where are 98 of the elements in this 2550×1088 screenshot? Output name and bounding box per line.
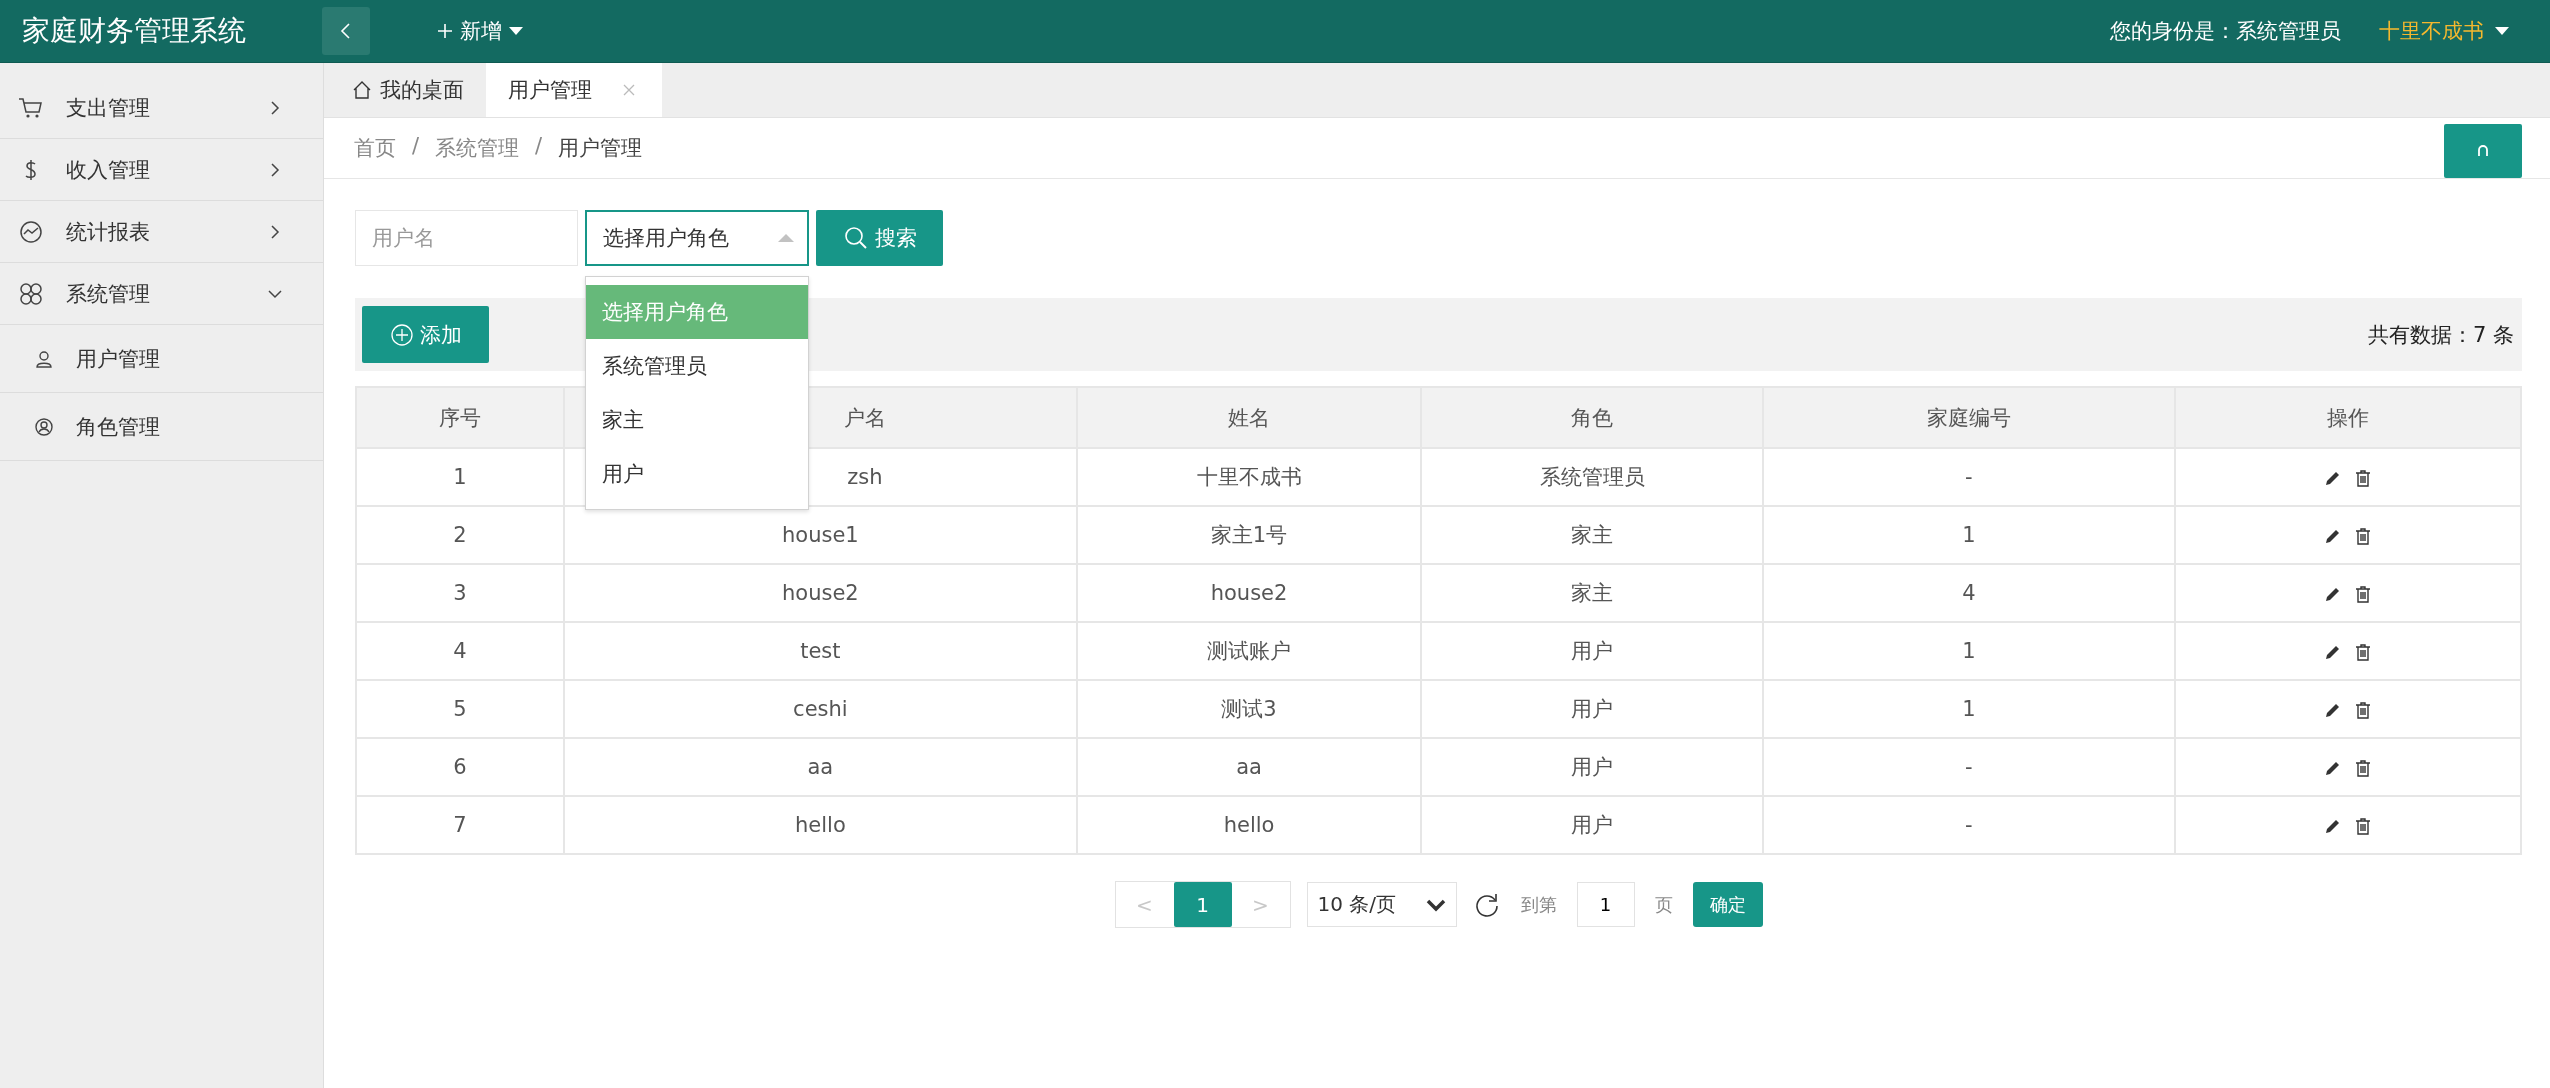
sidebar-subitem[interactable]: 角色管理 <box>0 393 323 461</box>
goto-label: 到第 <box>1520 892 1557 917</box>
trash-icon[interactable] <box>2353 469 2372 487</box>
table-cell: 家主 <box>1421 506 1764 564</box>
total-count: 共有数据：7 条 <box>2367 321 2514 349</box>
pencil-icon[interactable] <box>2323 759 2342 777</box>
breadcrumb-link[interactable]: 系统管理 <box>435 134 520 162</box>
column-header: 家庭编号 <box>1763 387 2175 448</box>
table-cell: hello <box>1076 796 1422 854</box>
sidebar-subitem[interactable]: 用户管理 <box>0 325 323 393</box>
table-cell: house2 <box>1076 564 1422 622</box>
table-cell: 4 <box>1763 564 2175 622</box>
table-cell: 家主 <box>1421 564 1764 622</box>
table-cell: test <box>563 622 1077 680</box>
refresh-icon <box>2476 144 2490 158</box>
chevron-left-icon <box>339 22 353 40</box>
table-cell: aa <box>563 738 1077 796</box>
column-header: 角色 <box>1421 387 1764 448</box>
pencil-icon[interactable] <box>2323 585 2342 603</box>
dropdown-option[interactable]: 家主 <box>586 393 808 447</box>
table-cell: - <box>1763 738 2175 796</box>
pencil-icon[interactable] <box>2323 701 2342 719</box>
table-cell: 3 <box>356 564 564 622</box>
table-cell: 家主1号 <box>1076 506 1422 564</box>
sidebar-item[interactable]: 统计报表 <box>0 201 323 263</box>
sidebar-item[interactable]: 系统管理 <box>0 263 323 325</box>
table-cell: 5 <box>356 680 564 738</box>
tab[interactable]: 我的桌面 <box>330 63 486 117</box>
caret-icon <box>777 233 795 243</box>
table-cell: 7 <box>356 796 564 854</box>
trash-icon[interactable] <box>2353 701 2372 719</box>
column-header: 操作 <box>2174 387 2521 448</box>
table-cell: 1 <box>356 448 564 506</box>
column-header: 序号 <box>356 387 564 448</box>
table-cell: 1 <box>1763 506 2175 564</box>
user-circle-icon <box>34 416 54 437</box>
plus-circle-icon <box>389 322 414 347</box>
app-title: 家庭财务管理系统 <box>21 13 247 49</box>
search-icon <box>842 225 869 251</box>
home-icon <box>352 80 372 100</box>
table-cell: hello <box>563 796 1077 854</box>
user-menu-button[interactable]: 十里不成书 <box>2373 16 2516 46</box>
page-size-select[interactable]: 10 条/页 <box>1306 882 1457 927</box>
table-cell: 1 <box>1763 680 2175 738</box>
table-cell: 用户 <box>1421 738 1764 796</box>
table-cell: 用户 <box>1421 796 1764 854</box>
chart-circle-icon <box>18 218 44 245</box>
breadcrumb-link[interactable]: 首页 <box>354 134 396 162</box>
add-button[interactable]: 添加 <box>362 306 489 363</box>
table-cell: house1 <box>563 506 1077 564</box>
sidebar-item[interactable]: 收入管理 <box>0 139 323 201</box>
clover-icon <box>18 280 44 307</box>
identity-label: 您的身份是：系统管理员 <box>2110 18 2341 45</box>
confirm-button[interactable]: 确定 <box>1692 882 1763 927</box>
pencil-icon[interactable] <box>2323 817 2342 835</box>
trash-icon[interactable] <box>2353 643 2372 661</box>
tab[interactable]: 用户管理 <box>486 63 662 117</box>
trash-icon[interactable] <box>2353 759 2372 777</box>
table-cell: 测试3 <box>1076 680 1422 738</box>
page-number-field[interactable]: 1 <box>1576 882 1635 927</box>
caret-down-icon <box>2494 26 2510 36</box>
table-cell: 2 <box>356 506 564 564</box>
table-cell: ceshi <box>563 680 1077 738</box>
pencil-icon[interactable] <box>2323 527 2342 545</box>
breadcrumb-separator: / <box>535 134 543 160</box>
table-cell: 系统管理员 <box>1421 448 1764 506</box>
search-button[interactable]: 搜索 <box>816 210 943 266</box>
pencil-icon[interactable] <box>2323 469 2342 487</box>
page-unit-label: 页 <box>1654 892 1673 917</box>
page-button[interactable]: 1 <box>1173 882 1232 927</box>
table-cell: - <box>1763 448 2175 506</box>
caret-down-icon <box>508 26 524 36</box>
table-cell: 测试账户 <box>1076 622 1422 680</box>
dropdown-option[interactable]: 用户 <box>586 447 808 501</box>
trash-icon[interactable] <box>2353 527 2372 545</box>
table-cell: 十里不成书 <box>1076 448 1422 506</box>
role-select[interactable]: 选择用户角色 <box>585 210 809 266</box>
cart-icon <box>18 95 44 120</box>
table-cell: house2 <box>563 564 1077 622</box>
table-cell: aa <box>1076 738 1422 796</box>
sidebar-item[interactable]: 支出管理 <box>0 77 323 139</box>
plus-icon <box>436 22 454 40</box>
new-menu-button[interactable]: 新增 <box>430 16 530 46</box>
trash-icon[interactable] <box>2353 585 2372 603</box>
breadcrumb-separator: / <box>412 134 420 160</box>
breadcrumb-link[interactable]: 用户管理 <box>558 134 643 162</box>
table-cell: 1 <box>1763 622 2175 680</box>
table-cell: 用户 <box>1421 622 1764 680</box>
chevron-down-icon <box>1425 897 1446 912</box>
pencil-icon[interactable] <box>2323 643 2342 661</box>
trash-icon[interactable] <box>2353 817 2372 835</box>
column-header: 姓名 <box>1076 387 1422 448</box>
table-cell: 用户 <box>1421 680 1764 738</box>
username-field[interactable]: 用户名 <box>355 210 578 266</box>
user-icon <box>34 348 54 369</box>
table-cell: - <box>1763 796 2175 854</box>
table-cell: 6 <box>356 738 564 796</box>
table-cell: 4 <box>356 622 564 680</box>
